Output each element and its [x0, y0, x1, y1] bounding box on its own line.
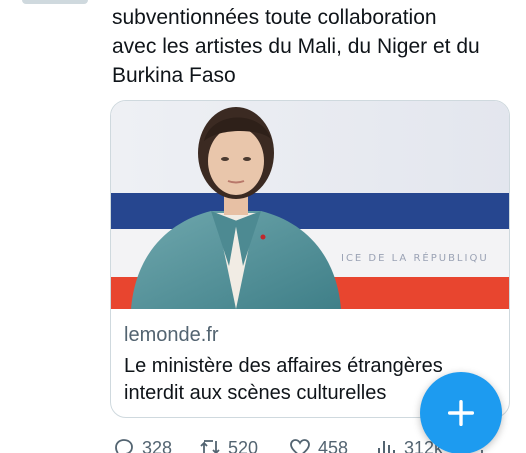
- reply-icon: [115, 439, 133, 453]
- card-domain[interactable]: lemonde.fr: [124, 324, 219, 347]
- retweet-icon: [200, 440, 220, 453]
- tweet-text: subventionnées toute collaboration avec …: [112, 6, 480, 87]
- card-image: ICE DE LA RÉPUBLIQU: [111, 101, 509, 309]
- like-count: 458: [318, 437, 349, 453]
- avatar[interactable]: [22, 0, 88, 4]
- tweet-detail-view: subventionnées toute collaboration avec …: [0, 0, 526, 453]
- heart-icon: [290, 439, 310, 453]
- plus-icon: [447, 399, 475, 427]
- like-button[interactable]: 458: [288, 436, 348, 453]
- banner-text: ICE DE LA RÉPUBLIQU: [341, 251, 489, 264]
- reply-button[interactable]: 328: [112, 436, 172, 453]
- bar-chart-icon: [378, 441, 395, 453]
- reply-count: 328: [142, 437, 173, 453]
- compose-button[interactable]: [420, 372, 502, 453]
- link-card[interactable]: ICE DE LA RÉPUBLIQU lemonde.fr Le minist…: [110, 100, 510, 418]
- retweet-button[interactable]: 520: [198, 436, 258, 453]
- retweet-count: 520: [228, 437, 259, 453]
